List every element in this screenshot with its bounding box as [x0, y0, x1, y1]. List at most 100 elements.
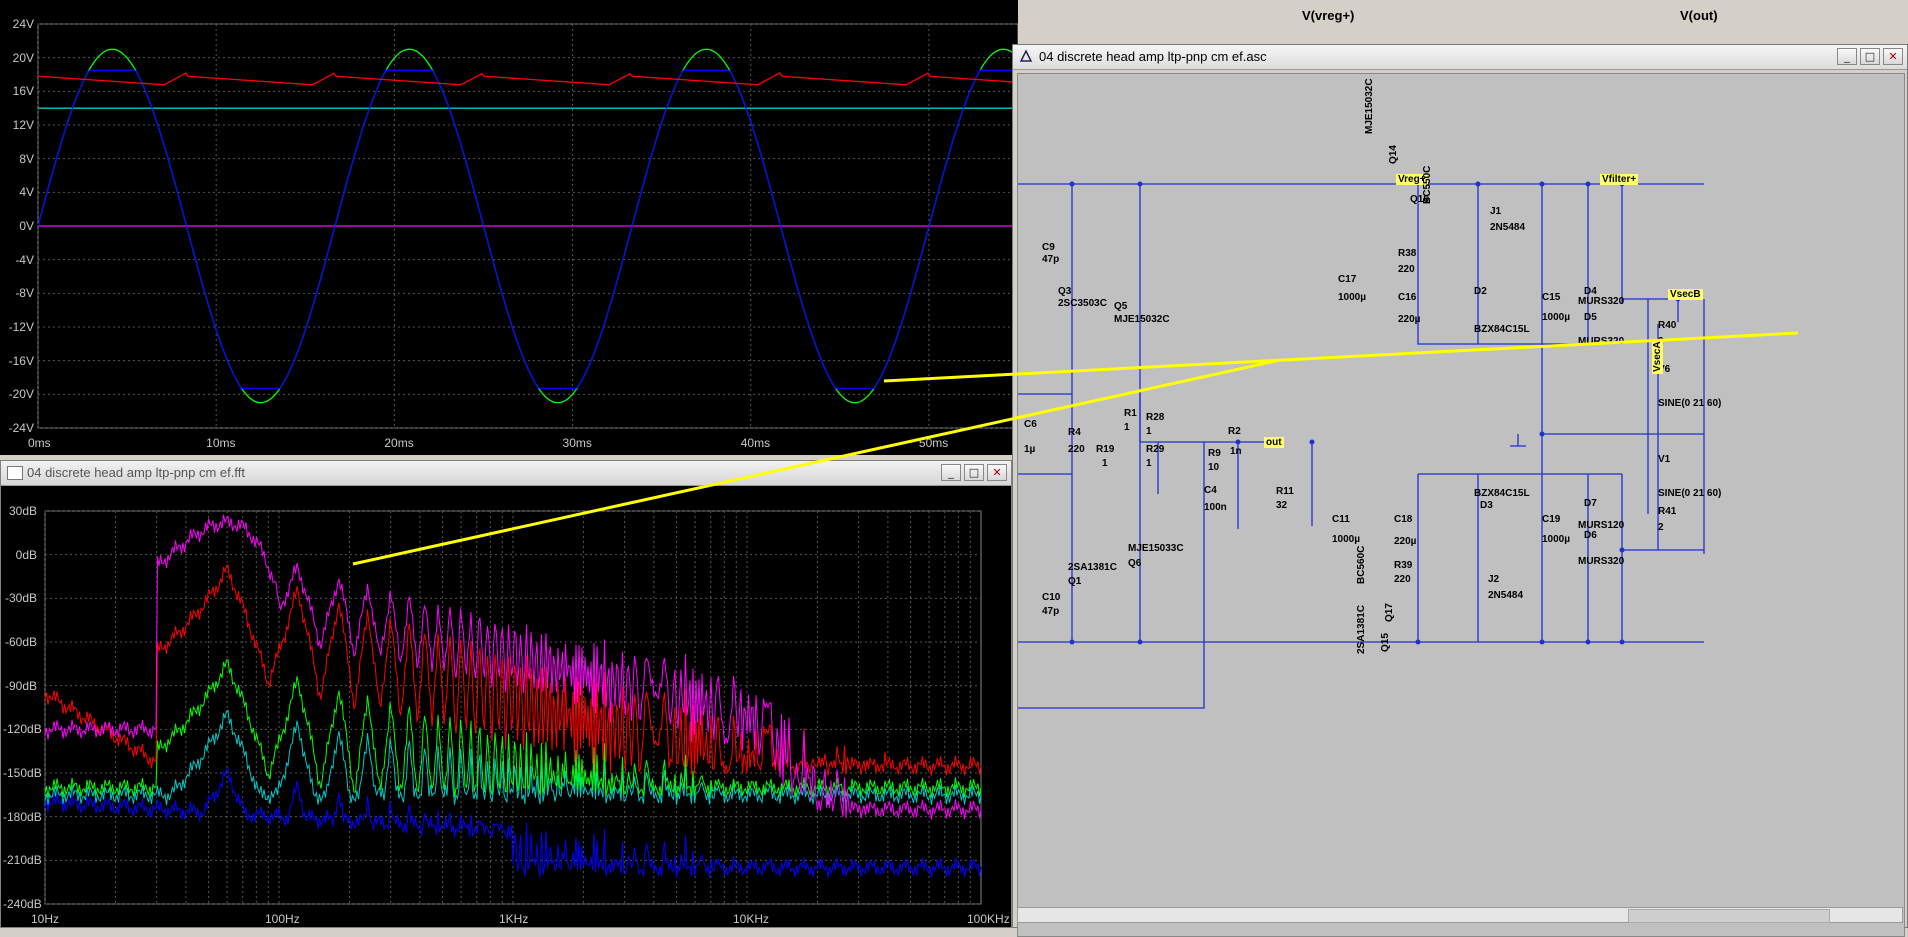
component-label-r38[interactable]: R38: [1398, 248, 1416, 259]
y-tick-label: 24V: [12, 17, 34, 31]
component-label-c4[interactable]: C4: [1204, 485, 1217, 496]
component-label-q1m[interactable]: 2SA1381C: [1068, 562, 1117, 573]
component-label-j2m[interactable]: 2N5484: [1488, 590, 1523, 601]
component-label-q14[interactable]: Q14: [1388, 145, 1399, 164]
component-label-r2[interactable]: R2: [1228, 426, 1241, 437]
component-label-v1[interactable]: V1: [1658, 454, 1670, 465]
component-label-r4[interactable]: R4: [1068, 427, 1081, 438]
y-tick-label: -24V: [8, 421, 34, 435]
component-label-c16[interactable]: C16: [1398, 292, 1416, 303]
component-label-r19v[interactable]: 1: [1102, 458, 1108, 469]
component-label-q3[interactable]: Q3: [1058, 286, 1071, 297]
component-label-c18v[interactable]: 220µ: [1394, 536, 1416, 547]
component-label-d5m[interactable]: MURS320: [1578, 336, 1624, 347]
component-label-r39[interactable]: R39: [1394, 560, 1412, 571]
component-label-c10v[interactable]: 47p: [1042, 606, 1059, 617]
component-label-c11[interactable]: C11: [1332, 514, 1350, 525]
component-label-q1[interactable]: Q1: [1068, 576, 1081, 587]
component-label-j1m[interactable]: 2N5484: [1490, 222, 1525, 233]
component-label-j2[interactable]: J2: [1488, 574, 1499, 585]
component-label-r11[interactable]: R11: [1276, 486, 1294, 497]
component-label-r38v[interactable]: 220: [1398, 264, 1415, 275]
component-label-r29v[interactable]: 1: [1146, 458, 1152, 469]
component-label-d5[interactable]: D5: [1584, 312, 1597, 323]
horizontal-scrollbar[interactable]: [1017, 907, 1903, 923]
component-label-c9[interactable]: C9: [1042, 242, 1055, 253]
component-label-r28v[interactable]: 1: [1146, 426, 1152, 437]
component-label-r29[interactable]: R29: [1146, 444, 1164, 455]
component-label-q3m[interactable]: 2SC3503C: [1058, 298, 1107, 309]
component-label-d2[interactable]: D2: [1474, 286, 1487, 297]
trace-label-vout[interactable]: V(out): [1680, 8, 1718, 23]
component-label-c6v[interactable]: 1µ: [1024, 444, 1035, 455]
component-label-c17v[interactable]: 1000µ: [1338, 292, 1366, 303]
component-label-c10[interactable]: C10: [1042, 592, 1060, 603]
component-label-d3m[interactable]: BZX84C15L: [1474, 488, 1530, 499]
schematic-window[interactable]: 04 discrete head amp ltp-pnp cm ef.asc _…: [1012, 44, 1908, 937]
component-label-q14m[interactable]: MJE15032C: [1364, 78, 1375, 134]
component-label-r9v[interactable]: 10: [1208, 462, 1219, 473]
component-label-c4v[interactable]: 100n: [1204, 502, 1227, 513]
component-label-r4v[interactable]: 220: [1068, 444, 1085, 455]
component-label-q15[interactable]: Q15: [1380, 633, 1391, 652]
component-label-v6v[interactable]: SINE(0 21 60): [1658, 398, 1721, 409]
component-label-d6m[interactable]: MURS320: [1578, 556, 1624, 567]
component-label-d2m[interactable]: BZX84C15L: [1474, 324, 1530, 335]
component-label-v1v[interactable]: SINE(0 21 60): [1658, 488, 1721, 499]
component-label-c9v[interactable]: 47p: [1042, 254, 1059, 265]
schematic-canvas[interactable]: Vreg+ Vfilter+ VsecB out C9 47p Q3 2SC3503C…: [1017, 73, 1905, 937]
component-label-r41v[interactable]: 2: [1658, 522, 1664, 533]
component-label-q17[interactable]: Q17: [1384, 603, 1395, 622]
net-flag-vfilter[interactable]: Vfilter+: [1600, 174, 1639, 185]
y-tick-label: -90dB: [4, 678, 37, 693]
x-tick-label: 50ms: [918, 436, 949, 450]
component-label-d4m[interactable]: MURS320: [1578, 296, 1624, 307]
component-label-r9[interactable]: R9: [1208, 448, 1221, 459]
schematic-titlebar[interactable]: 04 discrete head amp ltp-pnp cm ef.asc _…: [1013, 45, 1907, 70]
component-label-c16v[interactable]: 220µ: [1398, 314, 1420, 325]
minimize-button[interactable]: _: [1837, 48, 1857, 65]
net-flag-vseca[interactable]: VsecA: [1652, 339, 1663, 374]
y-tick-label: 12V: [12, 118, 34, 132]
component-label-j1[interactable]: J1: [1490, 206, 1501, 217]
close-button[interactable]: ✕: [1883, 48, 1903, 65]
component-label-r19[interactable]: R19: [1096, 444, 1114, 455]
component-label-q5[interactable]: Q5: [1114, 301, 1127, 312]
component-label-q16m[interactable]: BC550C: [1422, 166, 1433, 204]
schematic-wiring: [1018, 181, 1705, 709]
waveform-plot-pane[interactable]: V(vseca) V(vsecb) V(vfilter+) V(vreg+) V…: [0, 0, 1718, 455]
component-label-d6[interactable]: D6: [1584, 530, 1597, 541]
component-label-q15m[interactable]: BC560C: [1356, 546, 1367, 584]
y-tick-label: -60dB: [4, 635, 37, 649]
component-label-r2v[interactable]: 1n: [1230, 446, 1242, 457]
net-flag-out[interactable]: out: [1264, 437, 1284, 448]
trace-label-vreg[interactable]: V(vreg+): [1302, 8, 1354, 23]
component-label-c18[interactable]: C18: [1394, 514, 1412, 525]
component-label-d7[interactable]: D7: [1584, 498, 1597, 509]
fft-window[interactable]: 04 discrete head amp ltp-pnp cm ef.fft _…: [0, 460, 1012, 928]
component-label-q6[interactable]: Q6: [1128, 558, 1141, 569]
component-label-r11v[interactable]: 32: [1276, 500, 1287, 511]
component-label-r1[interactable]: R1: [1124, 408, 1137, 419]
component-label-c15[interactable]: C15: [1542, 292, 1560, 303]
component-label-q15lm[interactable]: 2SA1381C: [1356, 605, 1367, 654]
maximize-button[interactable]: □: [1860, 48, 1880, 65]
component-label-c11v[interactable]: 1000µ: [1332, 534, 1360, 545]
schematic-window-title: 04 discrete head amp ltp-pnp cm ef.asc: [1039, 49, 1267, 64]
x-tick-label: 100Hz: [265, 912, 300, 926]
component-label-r1v[interactable]: 1: [1124, 422, 1130, 433]
component-label-c17[interactable]: C17: [1338, 274, 1356, 285]
component-label-r28[interactable]: R28: [1146, 412, 1164, 423]
component-label-q6m[interactable]: MJE15033C: [1128, 543, 1184, 554]
component-label-c15v[interactable]: 1000µ: [1542, 312, 1570, 323]
scrollbar-thumb[interactable]: [1628, 909, 1830, 923]
component-label-r40[interactable]: R40: [1658, 320, 1676, 331]
component-label-q5m[interactable]: MJE15032C: [1114, 314, 1170, 325]
component-label-c6[interactable]: C6: [1024, 419, 1037, 430]
component-label-c19[interactable]: C19: [1542, 514, 1560, 525]
component-label-r41[interactable]: R41: [1658, 506, 1676, 517]
component-label-c19v[interactable]: 1000µ: [1542, 534, 1570, 545]
component-label-d3[interactable]: D3: [1480, 500, 1493, 511]
component-label-r39v[interactable]: 220: [1394, 574, 1411, 585]
net-flag-vsecb[interactable]: VsecB: [1668, 289, 1703, 300]
